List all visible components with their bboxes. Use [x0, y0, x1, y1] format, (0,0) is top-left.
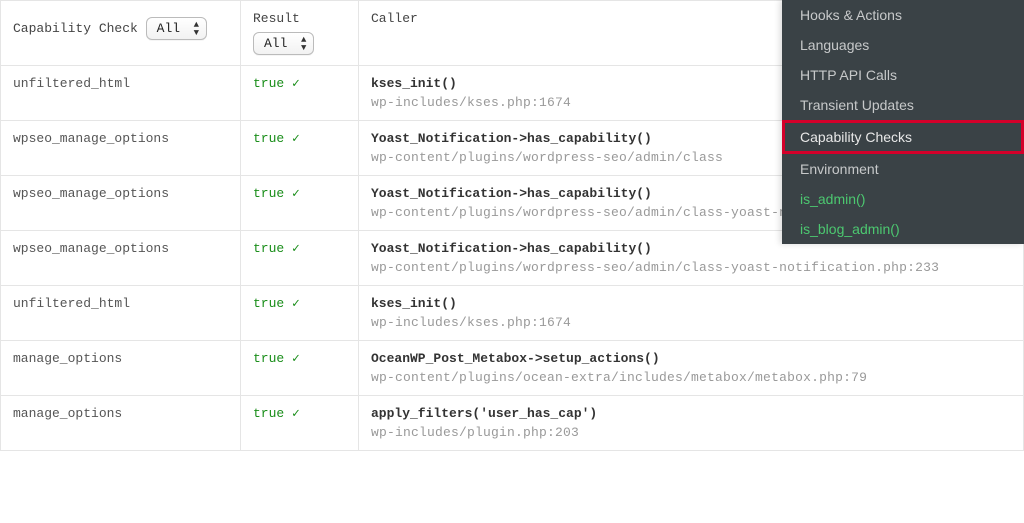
- caller-function: kses_init(): [371, 296, 457, 311]
- panel-item-label: Capability Checks: [800, 129, 912, 145]
- capability-name: manage_options: [13, 406, 122, 421]
- debug-panel: Hooks & Actions Languages HTTP API Calls Tr…: [782, 0, 1024, 244]
- panel-item-label: Languages: [800, 37, 869, 53]
- result-value: true ✓: [253, 131, 300, 146]
- table-row: manage_options true ✓ OceanWP_Post_Metabox…: [1, 341, 1024, 396]
- caller-path: wp-includes/kses.php:1674: [371, 315, 1011, 330]
- capability-cell: wpseo_manage_options: [1, 121, 241, 176]
- caller-cell: kses_init() wp-includes/kses.php:1674: [359, 286, 1024, 341]
- panel-item-label: Environment: [800, 161, 879, 177]
- result-filter-select[interactable]: All: [253, 32, 314, 55]
- result-cell: true ✓: [241, 121, 359, 176]
- panel-item-label: Hooks & Actions: [800, 7, 902, 23]
- caller-function: OceanWP_Post_Metabox->setup_actions(): [371, 351, 660, 366]
- result-cell: true ✓: [241, 341, 359, 396]
- caller-function: Yoast_Notification->has_capability(): [371, 186, 652, 201]
- panel-item[interactable]: Hooks & Actions: [782, 0, 1024, 30]
- capability-name: wpseo_manage_options: [13, 241, 169, 256]
- col-header-result: Result All ▲▼: [241, 1, 359, 66]
- panel-item[interactable]: Transient Updates: [782, 90, 1024, 120]
- panel-item[interactable]: Capability Checks: [782, 120, 1024, 154]
- capability-name: wpseo_manage_options: [13, 131, 169, 146]
- result-value: true ✓: [253, 241, 300, 256]
- capability-cell: manage_options: [1, 341, 241, 396]
- result-value: true ✓: [253, 76, 300, 91]
- capability-cell: unfiltered_html: [1, 66, 241, 121]
- capability-name: manage_options: [13, 351, 122, 366]
- panel-item[interactable]: is_admin(): [782, 184, 1024, 214]
- caller-path: wp-content/plugins/wordpress-seo/admin/c…: [371, 260, 1011, 275]
- table-row: unfiltered_html true ✓ kses_init() wp-inclu…: [1, 286, 1024, 341]
- col-header-result-label: Result: [253, 11, 300, 26]
- capability-name: unfiltered_html: [13, 76, 130, 91]
- result-cell: true ✓: [241, 66, 359, 121]
- caller-path: wp-content/plugins/ocean-extra/includes/…: [371, 370, 1011, 385]
- result-cell: true ✓: [241, 231, 359, 286]
- result-cell: true ✓: [241, 286, 359, 341]
- caller-function: kses_init(): [371, 76, 457, 91]
- capability-filter-select[interactable]: All: [146, 17, 207, 40]
- capability-cell: unfiltered_html: [1, 286, 241, 341]
- capability-name: wpseo_manage_options: [13, 186, 169, 201]
- panel-item[interactable]: Languages: [782, 30, 1024, 60]
- caller-cell: apply_filters('user_has_cap') wp-includes…: [359, 396, 1024, 451]
- panel-item-label: Transient Updates: [800, 97, 914, 113]
- table-row: manage_options true ✓ apply_filters('user_…: [1, 396, 1024, 451]
- result-cell: true ✓: [241, 396, 359, 451]
- panel-item-label: is_admin(): [800, 191, 865, 207]
- caller-path: wp-includes/plugin.php:203: [371, 425, 1011, 440]
- result-value: true ✓: [253, 351, 300, 366]
- col-header-capability: Capability Check All ▲▼: [1, 1, 241, 66]
- result-value: true ✓: [253, 406, 300, 421]
- capability-cell: manage_options: [1, 396, 241, 451]
- panel-item[interactable]: is_blog_admin(): [782, 214, 1024, 244]
- result-value: true ✓: [253, 296, 300, 311]
- panel-item[interactable]: Environment: [782, 154, 1024, 184]
- capability-cell: wpseo_manage_options: [1, 231, 241, 286]
- capability-name: unfiltered_html: [13, 296, 130, 311]
- panel-item-label: is_blog_admin(): [800, 221, 900, 237]
- result-cell: true ✓: [241, 176, 359, 231]
- panel-item-label: HTTP API Calls: [800, 67, 897, 83]
- result-value: true ✓: [253, 186, 300, 201]
- col-header-caller-label: Caller: [371, 11, 418, 26]
- caller-function: Yoast_Notification->has_capability(): [371, 241, 652, 256]
- capability-cell: wpseo_manage_options: [1, 176, 241, 231]
- caller-function: apply_filters('user_has_cap'): [371, 406, 597, 421]
- caller-cell: OceanWP_Post_Metabox->setup_actions() wp-…: [359, 341, 1024, 396]
- panel-item[interactable]: HTTP API Calls: [782, 60, 1024, 90]
- col-header-capability-label: Capability Check: [13, 21, 138, 36]
- caller-function: Yoast_Notification->has_capability(): [371, 131, 652, 146]
